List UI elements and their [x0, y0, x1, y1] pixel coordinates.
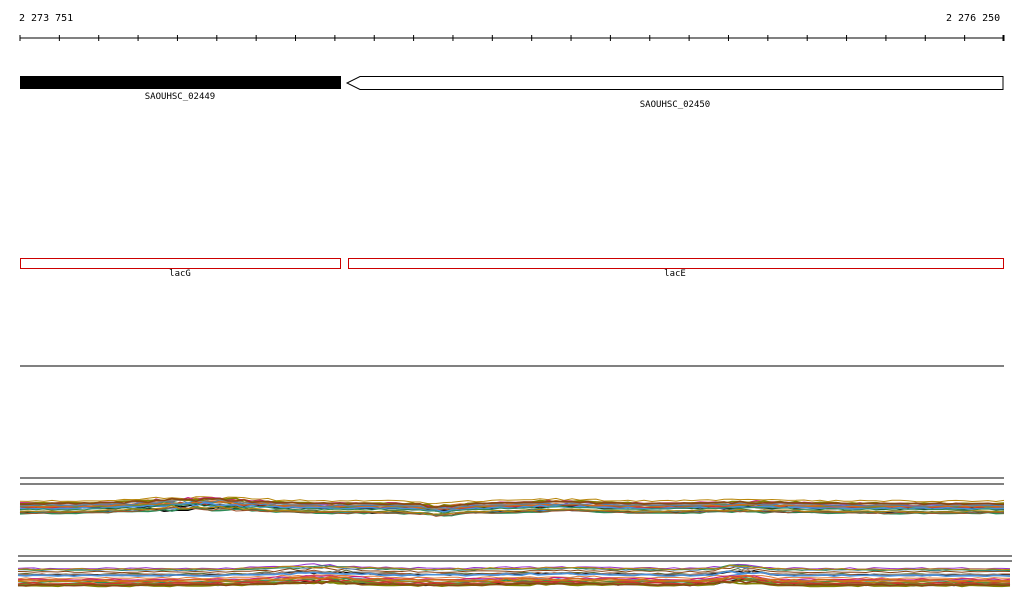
feature-label-lace: lacE	[664, 269, 686, 279]
feature-box-lacg[interactable]	[20, 258, 341, 269]
genome-browser-view: 2 273 751 2 276 250 SAOUHSC_02449 SAOUHS…	[0, 0, 1024, 611]
gene-label-saouhsc-02449: SAOUHSC_02449	[144, 92, 216, 102]
expression-track-1	[19, 477, 1005, 517]
feature-box-lace[interactable]	[348, 258, 1004, 269]
coordinate-ruler	[19, 35, 1005, 41]
gene-feature-saouhsc-02450[interactable]	[345, 76, 1004, 90]
gene-track	[20, 76, 1004, 90]
gene-label-saouhsc-02450: SAOUHSC_02450	[639, 100, 711, 110]
feature-track	[20, 258, 1004, 269]
gene-feature-saouhsc-02449[interactable]	[20, 76, 341, 89]
expression-track-2	[17, 555, 1012, 588]
feature-label-lacg: lacG	[169, 269, 191, 279]
